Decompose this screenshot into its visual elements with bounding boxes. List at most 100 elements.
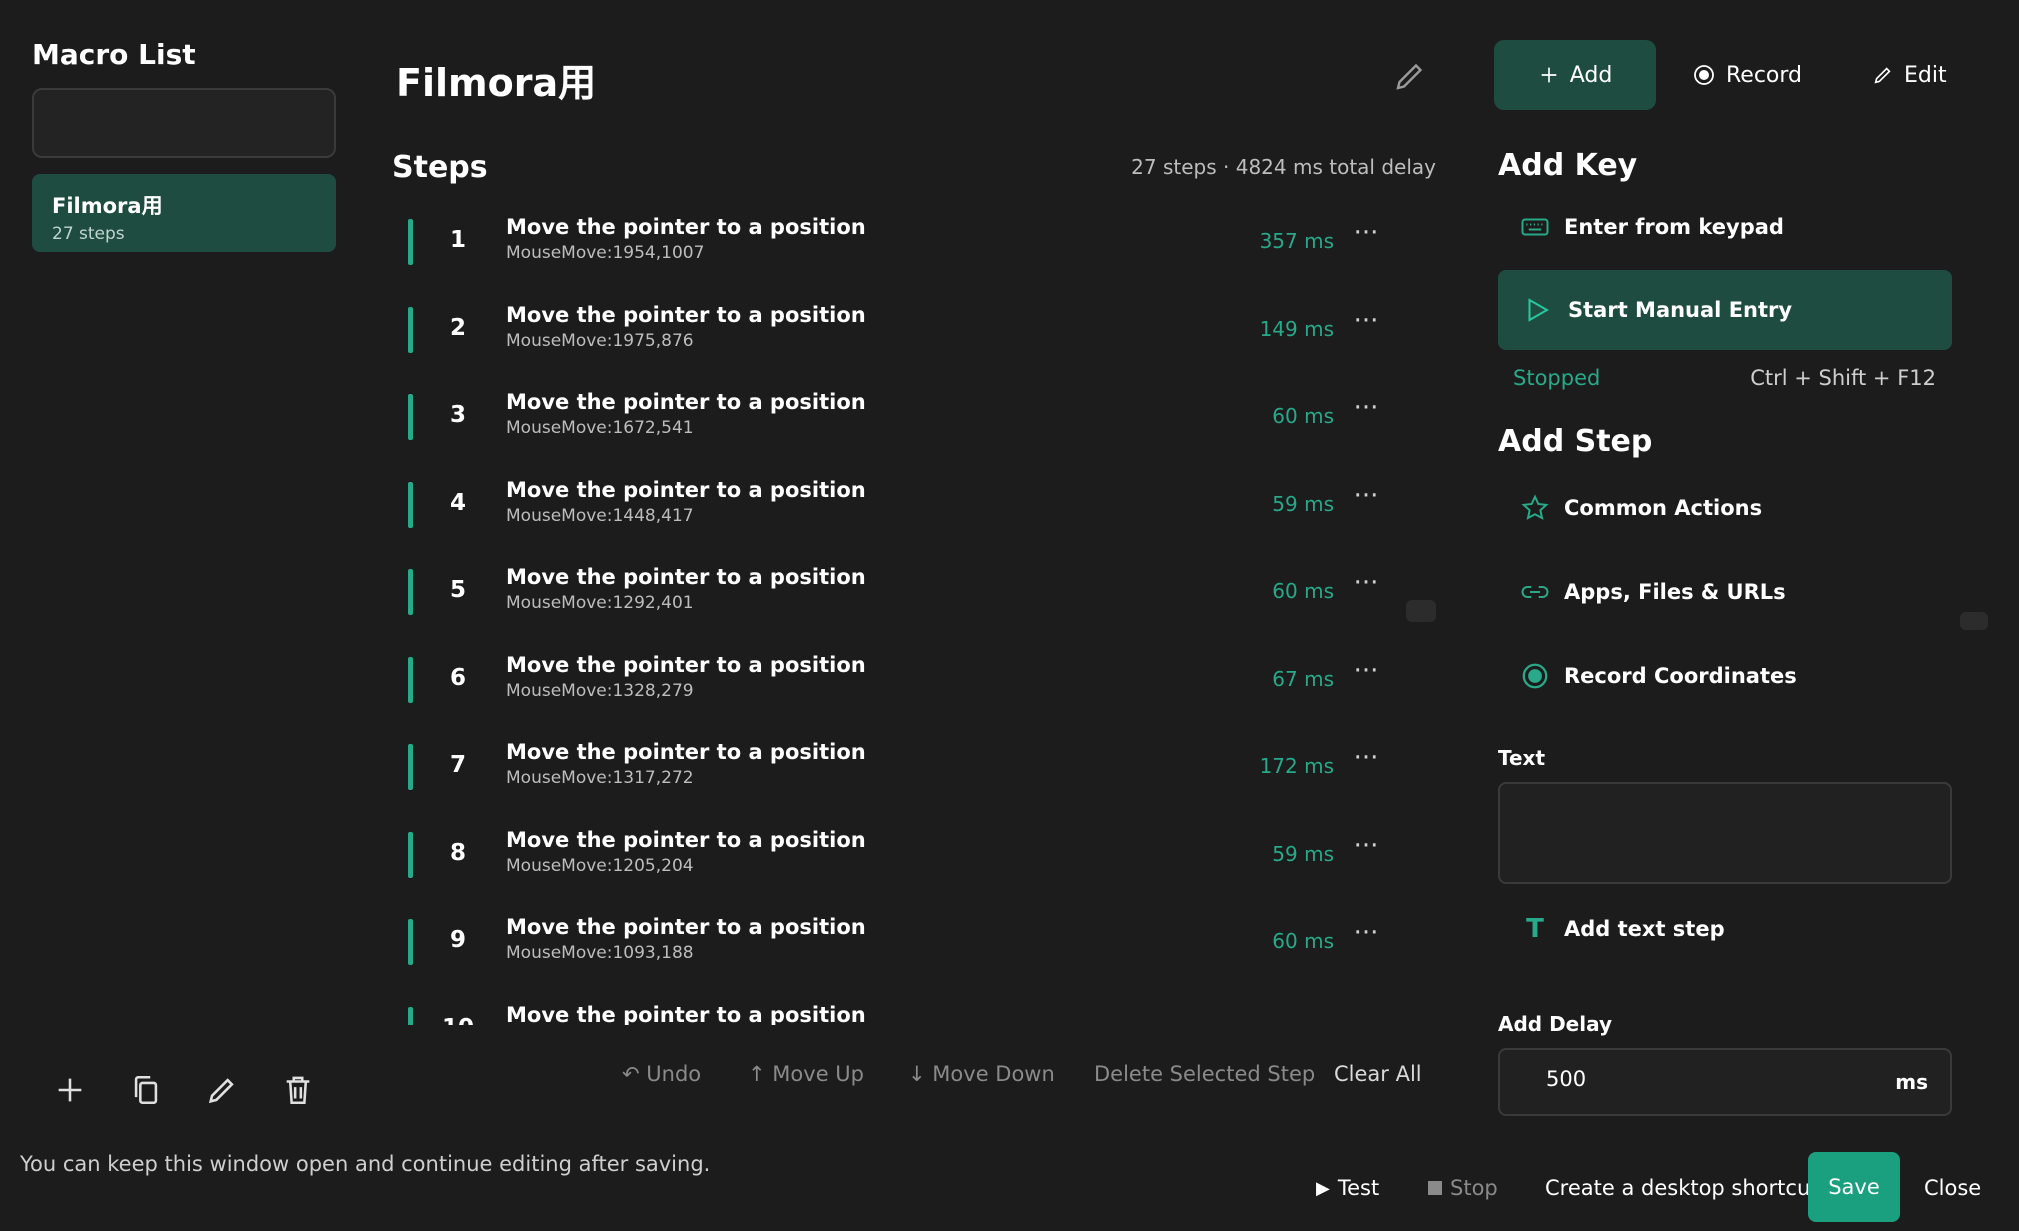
step-number: 5	[449, 577, 466, 603]
step-label: Move the pointer to a position	[506, 303, 866, 327]
step-number: 4	[449, 490, 466, 516]
step-detail: MouseMove:1448,417	[506, 506, 694, 526]
common-actions-label: Common Actions	[1564, 496, 1763, 520]
step-number: 2	[449, 315, 466, 341]
step-label: Move the pointer to a position	[506, 215, 866, 239]
step-detail: MouseMove:1954,1007	[506, 243, 705, 263]
text-label: Text	[1498, 746, 1546, 770]
delay-unit: ms	[1895, 1070, 1928, 1094]
trash-icon	[286, 1076, 310, 1105]
step-row[interactable]: 8 Move the pointer to a position MouseMo…	[396, 818, 1396, 894]
play-icon: ▶	[1316, 1177, 1330, 1199]
step-number: 7	[449, 752, 466, 778]
common-actions-button[interactable]: Common Actions	[1520, 483, 1762, 533]
start-manual-entry-button[interactable]: Start Manual Entry	[1498, 270, 1952, 350]
stop-button[interactable]: Stop	[1428, 1176, 1498, 1200]
more-options-icon[interactable]: ···	[1346, 569, 1386, 609]
more-options-icon[interactable]: ···	[1346, 832, 1386, 872]
add-key-heading: Add Key	[1498, 148, 1638, 183]
pencil-icon	[1396, 63, 1423, 90]
more-options-icon[interactable]: ···	[1346, 919, 1386, 959]
star-icon	[1521, 494, 1549, 520]
record-icon	[1694, 65, 1714, 85]
step-row[interactable]: 3 Move the pointer to a position MouseMo…	[396, 380, 1396, 456]
delay-input[interactable]	[1544, 1066, 1848, 1092]
delay-field[interactable]: ms	[1498, 1048, 1952, 1116]
footer-note: You can keep this window open and contin…	[20, 1152, 711, 1176]
step-label: Move the pointer to a position	[506, 390, 866, 414]
pencil-icon	[1874, 67, 1891, 84]
save-button[interactable]: Save	[1808, 1152, 1900, 1222]
add-text-step-button[interactable]: T Add text step	[1520, 904, 1725, 954]
pencil-icon	[208, 1078, 234, 1104]
step-indicator	[408, 744, 413, 790]
step-row[interactable]: 10 Move the pointer to a position	[396, 993, 1396, 1025]
step-number: 8	[449, 840, 466, 866]
arrow-down-icon: ↓	[908, 1062, 926, 1086]
more-options-icon[interactable]: ···	[1346, 744, 1386, 784]
step-detail: MouseMove:1328,279	[506, 681, 694, 701]
step-row[interactable]: 9 Move the pointer to a position MouseMo…	[396, 905, 1396, 981]
more-options-icon[interactable]: ···	[1346, 307, 1386, 347]
steps-scrollbar[interactable]	[1406, 600, 1436, 622]
step-indicator	[408, 657, 413, 703]
create-desktop-shortcut-button[interactable]: Create a desktop shortcut	[1545, 1176, 1819, 1200]
more-options-icon[interactable]: ···	[1346, 657, 1386, 697]
step-row[interactable]: 2 Move the pointer to a position MouseMo…	[396, 293, 1396, 369]
step-number: 6	[449, 665, 466, 691]
text-input[interactable]	[1498, 782, 1952, 884]
step-detail: MouseMove:1205,204	[506, 856, 694, 876]
step-row[interactable]: 4 Move the pointer to a position MouseMo…	[396, 468, 1396, 544]
step-row[interactable]: 1 Move the pointer to a position MouseMo…	[396, 205, 1396, 281]
move-down-button[interactable]: ↓ Move Down	[908, 1062, 1055, 1086]
move-down-label: Move Down	[932, 1062, 1055, 1086]
step-delay: 60 ms	[1272, 929, 1334, 953]
panel-scrollbar[interactable]	[1960, 612, 1988, 630]
step-indicator	[408, 394, 413, 440]
delete-macro-button[interactable]	[268, 1060, 328, 1120]
record-label: Record	[1726, 62, 1803, 88]
step-label: Move the pointer to a position	[506, 565, 866, 589]
step-label: Move the pointer to a position	[506, 828, 866, 852]
step-label: Move the pointer to a position	[506, 740, 866, 764]
record-coordinates-label: Record Coordinates	[1564, 664, 1797, 688]
play-icon	[1528, 298, 1550, 322]
more-options-icon[interactable]: ···	[1346, 394, 1386, 434]
more-options-icon[interactable]: ···	[1346, 482, 1386, 522]
undo-button[interactable]: ↶ Undo	[622, 1062, 701, 1086]
steps-list[interactable]: 1 Move the pointer to a position MouseMo…	[396, 205, 1456, 1025]
delete-selected-step-button[interactable]: Delete Selected Step	[1094, 1062, 1315, 1086]
add-text-step-label: Add text step	[1564, 917, 1725, 941]
step-label: Move the pointer to a position	[506, 478, 866, 502]
macro-search-input[interactable]	[32, 88, 336, 158]
step-indicator	[408, 1007, 413, 1025]
entry-hotkey: Ctrl + Shift + F12	[1750, 366, 1936, 390]
duplicate-macro-button[interactable]	[116, 1060, 176, 1120]
undo-label: Undo	[646, 1062, 702, 1086]
step-number: 9	[449, 927, 466, 953]
text-icon: T	[1526, 914, 1544, 944]
add-tab-button[interactable]: Add	[1494, 40, 1656, 110]
more-options-icon[interactable]: ···	[1346, 219, 1386, 259]
step-indicator	[408, 482, 413, 528]
rename-macro-button[interactable]	[192, 1060, 252, 1120]
move-up-button[interactable]: ↑ Move Up	[748, 1062, 864, 1086]
enter-from-keypad-button[interactable]: Enter from keypad	[1520, 202, 1784, 252]
apps-files-urls-button[interactable]: Apps, Files & URLs	[1520, 567, 1786, 617]
edit-label: Edit	[1904, 62, 1947, 88]
test-button[interactable]: ▶ Test	[1316, 1176, 1379, 1200]
step-row[interactable]: 6 Move the pointer to a position MouseMo…	[396, 643, 1396, 719]
edit-tab-button[interactable]: Edit	[1872, 40, 1947, 110]
step-detail: MouseMove:1317,272	[506, 768, 694, 788]
macro-list-item[interactable]: Filmora用 27 steps	[32, 174, 336, 252]
close-button[interactable]: Close	[1924, 1176, 1981, 1200]
add-delay-label: Add Delay	[1498, 1012, 1613, 1036]
step-row[interactable]: 5 Move the pointer to a position MouseMo…	[396, 555, 1396, 631]
clear-all-button[interactable]: Clear All	[1334, 1062, 1422, 1086]
edit-title-button[interactable]	[1392, 58, 1428, 94]
step-number: 3	[449, 402, 466, 428]
new-macro-button[interactable]	[40, 1060, 100, 1120]
step-row[interactable]: 7 Move the pointer to a position MouseMo…	[396, 730, 1396, 806]
record-coordinates-button[interactable]: Record Coordinates	[1520, 651, 1797, 701]
record-tab-button[interactable]: Record	[1692, 40, 1802, 110]
